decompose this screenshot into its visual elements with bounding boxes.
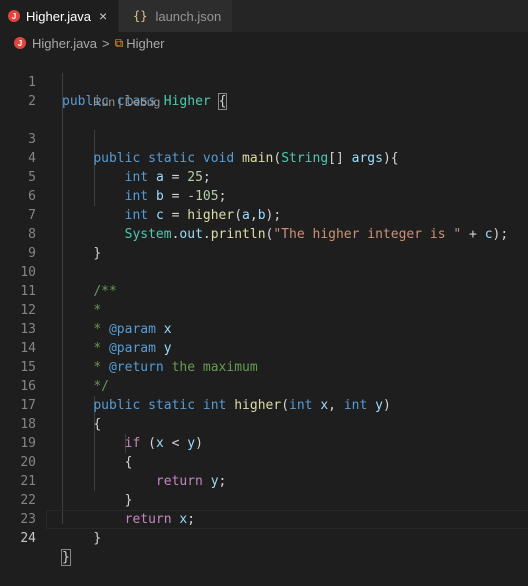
code-line: 9	[0, 225, 528, 261]
code-line: 14 * @return the maximum	[0, 320, 528, 375]
code-line: 3 public static void main(String[] args)…	[0, 111, 528, 166]
codelens-run-debug[interactable]: Run | Debug	[93, 94, 160, 110]
code-line: 1 public class Higher {	[0, 54, 528, 110]
code-line: 23 }	[0, 491, 528, 546]
tab-label: Higher.java	[26, 8, 92, 24]
tab-higher-java[interactable]: J Higher.java ×	[0, 0, 118, 32]
code-editor[interactable]: 1 public class Higher { 2 Run | Debug 3 …	[0, 54, 528, 566]
code-line: 13 * @param y	[0, 301, 528, 356]
code-line: 2	[0, 73, 528, 109]
token: }	[93, 531, 102, 546]
token: }	[61, 549, 71, 566]
code-line: 18 if (x < y)	[0, 396, 528, 451]
code-line: 24 }	[0, 510, 528, 566]
tab-launch-json[interactable]: {} launch.json	[118, 0, 232, 32]
java-file-icon: J	[8, 10, 20, 22]
code-line: 11 *	[0, 263, 528, 318]
line-number: 2	[28, 94, 36, 109]
code-line: 6 int c = higher(a,b);	[0, 168, 528, 223]
code-line: 19 {	[0, 415, 528, 470]
class-symbol-icon: ⧉	[114, 35, 124, 50]
token: {	[217, 93, 228, 110]
code-line: 8 }	[0, 206, 528, 261]
code-line: 21 }	[0, 453, 528, 508]
code-line: 20 return y;	[0, 434, 528, 489]
breadcrumb: J Higher.java > ⧉ Higher	[0, 32, 528, 54]
tab-bar: J Higher.java × {} launch.json	[0, 0, 528, 32]
breadcrumb-symbol[interactable]: Higher	[126, 36, 164, 51]
code-line: 15 */	[0, 339, 528, 394]
java-file-icon: J	[14, 37, 26, 49]
code-line: 7 System.out.println("The higher integer…	[0, 187, 528, 242]
code-line: 17 {	[0, 377, 528, 432]
json-braces-icon: {}	[133, 9, 148, 23]
code-line: 12 * @param x	[0, 282, 528, 337]
tab-label: launch.json	[155, 8, 222, 24]
line-number: 24	[20, 531, 36, 546]
breadcrumb-file[interactable]: Higher.java	[32, 36, 97, 51]
token: Higher	[163, 94, 211, 109]
close-icon[interactable]: ×	[99, 8, 107, 24]
breadcrumb-separator: >	[102, 35, 110, 51]
code-line: 16 public static int higher(int x, int y…	[0, 358, 528, 413]
code-line: 4 int a = 25;	[0, 130, 528, 185]
code-line: 22 return x;	[0, 472, 528, 527]
code-line: 10 /**	[0, 244, 528, 299]
code-line: 5 int b = -105;	[0, 149, 528, 204]
